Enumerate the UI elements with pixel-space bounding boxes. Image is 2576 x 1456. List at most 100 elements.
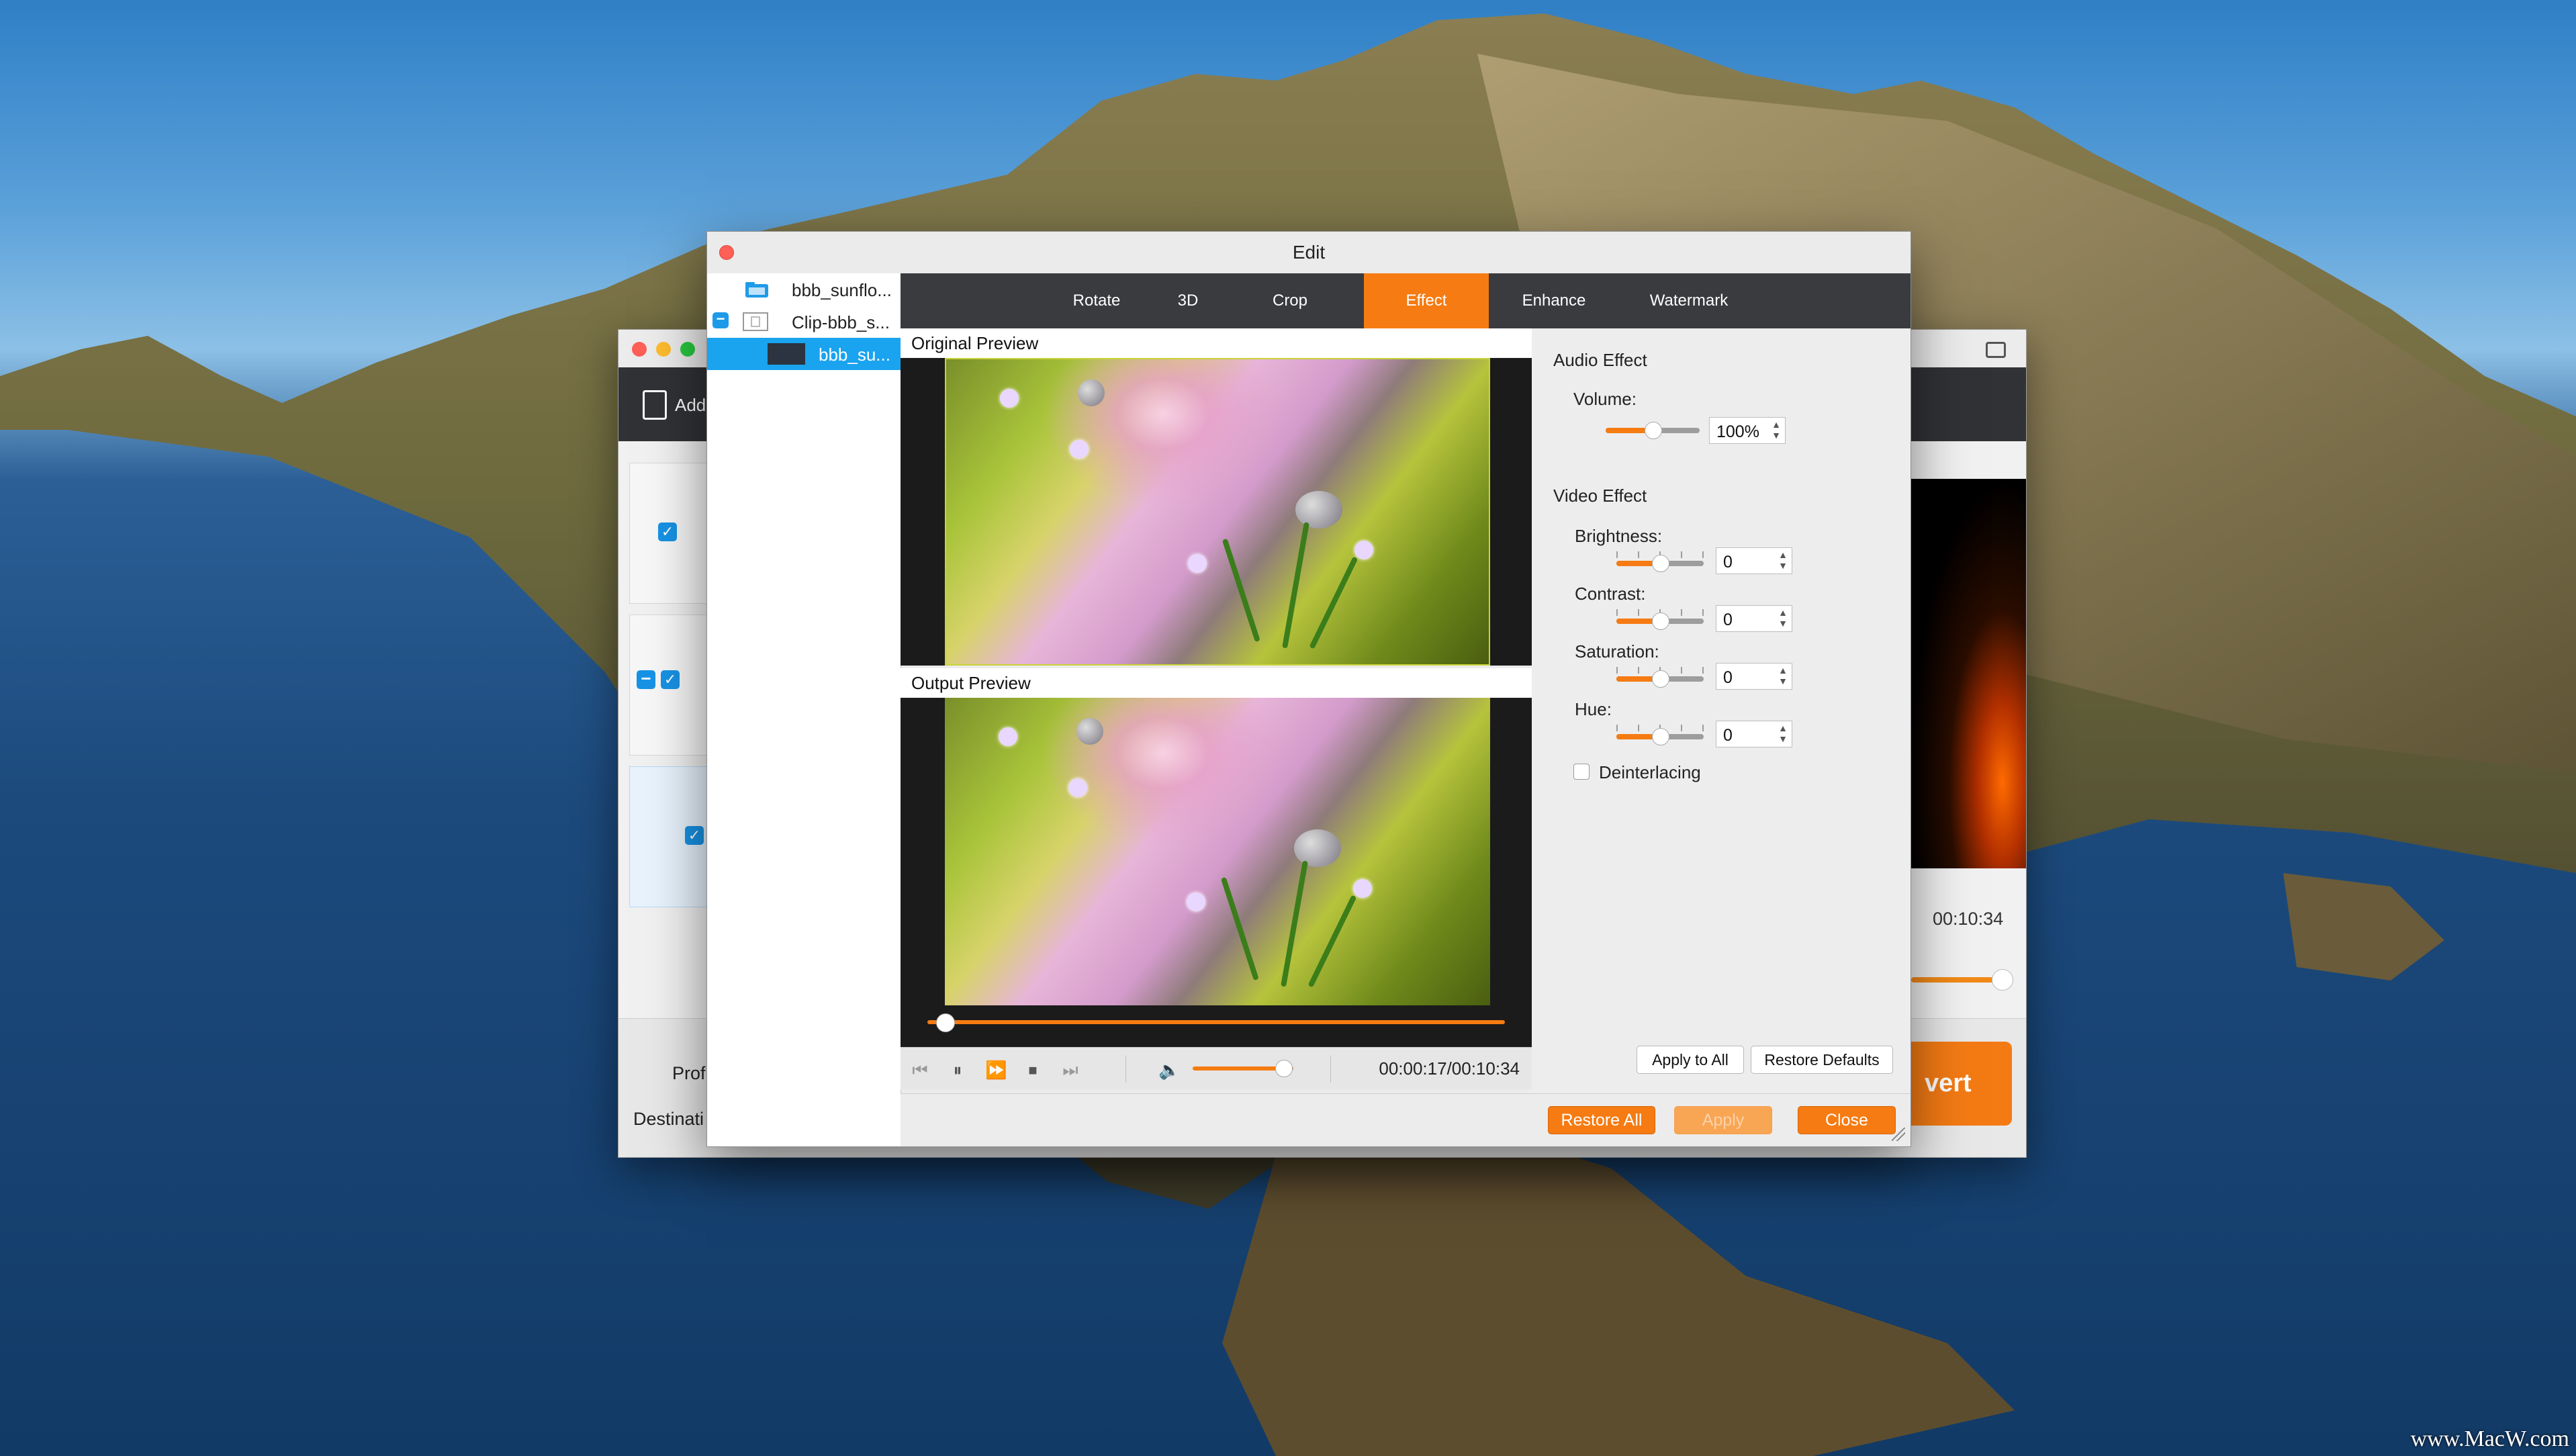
site-watermark: www.MacW.com: [2410, 1426, 2569, 1451]
close-dialog-button[interactable]: [719, 245, 734, 260]
volume-stepper[interactable]: 100% ▲ ▼: [1709, 417, 1786, 444]
checkbox-checked[interactable]: ✓: [685, 826, 704, 845]
video-detail: [1294, 829, 1341, 867]
main-duration: 00:10:34: [1933, 909, 2004, 929]
volume-label: Volume:: [1573, 389, 1637, 409]
restore-all-button[interactable]: Restore All: [1548, 1106, 1655, 1134]
output-preview-frame: [901, 698, 1532, 1047]
tab-crop[interactable]: Crop: [1250, 273, 1330, 328]
close-button[interactable]: Close: [1798, 1106, 1896, 1134]
audio-effect-heading: Audio Effect: [1553, 350, 1647, 370]
video-detail: [1353, 879, 1372, 898]
saturation-slider-knob[interactable]: [1652, 670, 1669, 688]
apply-button[interactable]: Apply: [1674, 1106, 1772, 1134]
volume-slider-knob[interactable]: [1645, 422, 1662, 439]
resize-grip-icon[interactable]: [1892, 1128, 1905, 1141]
close-window-button[interactable]: [632, 342, 647, 357]
collapse-button[interactable]: −: [637, 670, 655, 689]
hue-value: 0: [1723, 726, 1733, 745]
main-volume-knob[interactable]: [1992, 969, 2013, 991]
deinterlacing-checkbox[interactable]: [1573, 764, 1590, 780]
edit-dialog-titlebar: Edit: [707, 232, 1911, 274]
contrast-stepper[interactable]: 0 ▲ ▼: [1716, 605, 1792, 632]
file-item-1[interactable]: bbb_sunflo...: [707, 273, 901, 306]
stop-icon[interactable]: ⏹: [1023, 1060, 1043, 1081]
minimize-window-button[interactable]: [656, 342, 671, 357]
hue-stepper[interactable]: 0 ▲ ▼: [1716, 721, 1792, 747]
original-preview-label: Original Preview: [901, 328, 1532, 358]
saturation-slider[interactable]: [1616, 670, 1704, 688]
video-detail: [1354, 541, 1373, 559]
brightness-slider-fill: [1616, 561, 1653, 566]
add-file-button[interactable]: Add: [643, 390, 706, 420]
hue-slider-fill: [1616, 734, 1653, 739]
list-item[interactable]: ✓: [629, 463, 711, 604]
contrast-slider[interactable]: [1616, 612, 1704, 630]
video-detail: [1281, 860, 1308, 987]
controls-divider: [1330, 1056, 1331, 1083]
stepper-arrows-icon[interactable]: ▲ ▼: [1778, 723, 1788, 744]
volume-value: 100%: [1716, 422, 1759, 441]
tab-effect[interactable]: Effect: [1364, 273, 1489, 328]
playback-progress-knob[interactable]: [935, 1013, 955, 1032]
edit-dialog-title: Edit: [1292, 242, 1326, 263]
original-preview-frame: [901, 358, 1532, 666]
saturation-value: 0: [1723, 668, 1733, 687]
brightness-slider-knob[interactable]: [1652, 555, 1669, 572]
stepper-arrows-icon[interactable]: ▲ ▼: [1778, 549, 1788, 571]
brightness-stepper[interactable]: 0 ▲ ▼: [1716, 547, 1792, 574]
hue-slider-knob[interactable]: [1652, 728, 1669, 745]
saturation-stepper[interactable]: 0 ▲ ▼: [1716, 663, 1792, 690]
add-file-label: Add: [675, 394, 706, 415]
preview-column: Original Preview Output Preview ⏮ ⏸ ⏩ ⏹ …: [901, 328, 1532, 1146]
feedback-icon[interactable]: [1986, 342, 2006, 358]
saturation-slider-fill: [1616, 676, 1653, 682]
restore-defaults-button[interactable]: Restore Defaults: [1751, 1046, 1893, 1074]
video-detail: [1309, 556, 1359, 649]
edit-dialog-footer: Restore All Apply Close: [901, 1093, 1911, 1146]
destination-label: Destinati: [633, 1109, 704, 1129]
volume-slider[interactable]: [1606, 422, 1700, 439]
skip-back-icon[interactable]: ⏮: [910, 1060, 930, 1081]
video-detail: [1222, 538, 1260, 643]
zoom-window-button[interactable]: [680, 342, 695, 357]
fast-forward-icon[interactable]: ⏩: [985, 1060, 1007, 1081]
list-item[interactable]: − ✓: [629, 615, 711, 756]
contrast-label: Contrast:: [1575, 584, 1646, 604]
collapse-icon[interactable]: −: [712, 312, 729, 328]
list-item[interactable]: ✓: [629, 766, 711, 907]
speaker-icon[interactable]: 🔈: [1158, 1060, 1180, 1081]
playback-progress-track[interactable]: [927, 1020, 1505, 1024]
deinterlacing-label: Deinterlacing: [1599, 762, 1701, 782]
apply-to-all-button[interactable]: Apply to All: [1637, 1046, 1744, 1074]
tab-enhance[interactable]: Enhance: [1497, 273, 1611, 328]
convert-button[interactable]: vert: [1911, 1042, 2012, 1126]
video-detail: [1307, 895, 1357, 988]
pause-icon[interactable]: ⏸: [948, 1060, 968, 1081]
tab-watermark[interactable]: Watermark: [1622, 273, 1756, 328]
hue-slider[interactable]: [1616, 728, 1704, 745]
skip-forward-icon[interactable]: ⏭: [1060, 1060, 1080, 1081]
file-item-3-selected[interactable]: bbb_su...: [707, 338, 901, 370]
contrast-slider-fill: [1616, 619, 1653, 624]
saturation-label: Saturation:: [1575, 641, 1659, 662]
checkbox-checked[interactable]: ✓: [661, 670, 680, 689]
effect-settings-panel: Audio Effect Volume: 100% ▲ ▼ Video Effec…: [1532, 328, 1911, 1146]
brightness-slider[interactable]: [1616, 555, 1704, 572]
stepper-arrows-icon[interactable]: ▲ ▼: [1772, 419, 1781, 441]
contrast-slider-knob[interactable]: [1652, 612, 1669, 630]
output-preview-label: Output Preview: [901, 668, 1532, 698]
video-detail: [1070, 440, 1089, 459]
video-detail: [1000, 389, 1019, 408]
stepper-arrows-icon[interactable]: ▲ ▼: [1778, 665, 1788, 686]
file-item-2[interactable]: − Clip-bbb_s...: [707, 306, 901, 338]
playback-controls: ⏮ ⏸ ⏩ ⏹ ⏭ 🔈 00:00:17/00:10:34: [901, 1047, 1532, 1089]
video-folder-icon: [745, 282, 768, 298]
playback-volume-knob[interactable]: [1275, 1060, 1293, 1077]
contrast-value: 0: [1723, 610, 1733, 629]
checkbox-checked[interactable]: ✓: [658, 522, 677, 541]
tab-3d[interactable]: 3D: [1154, 273, 1222, 328]
stepper-arrows-icon[interactable]: ▲ ▼: [1778, 607, 1788, 629]
hue-label: Hue:: [1575, 699, 1612, 719]
tab-rotate[interactable]: Rotate: [1056, 273, 1137, 328]
